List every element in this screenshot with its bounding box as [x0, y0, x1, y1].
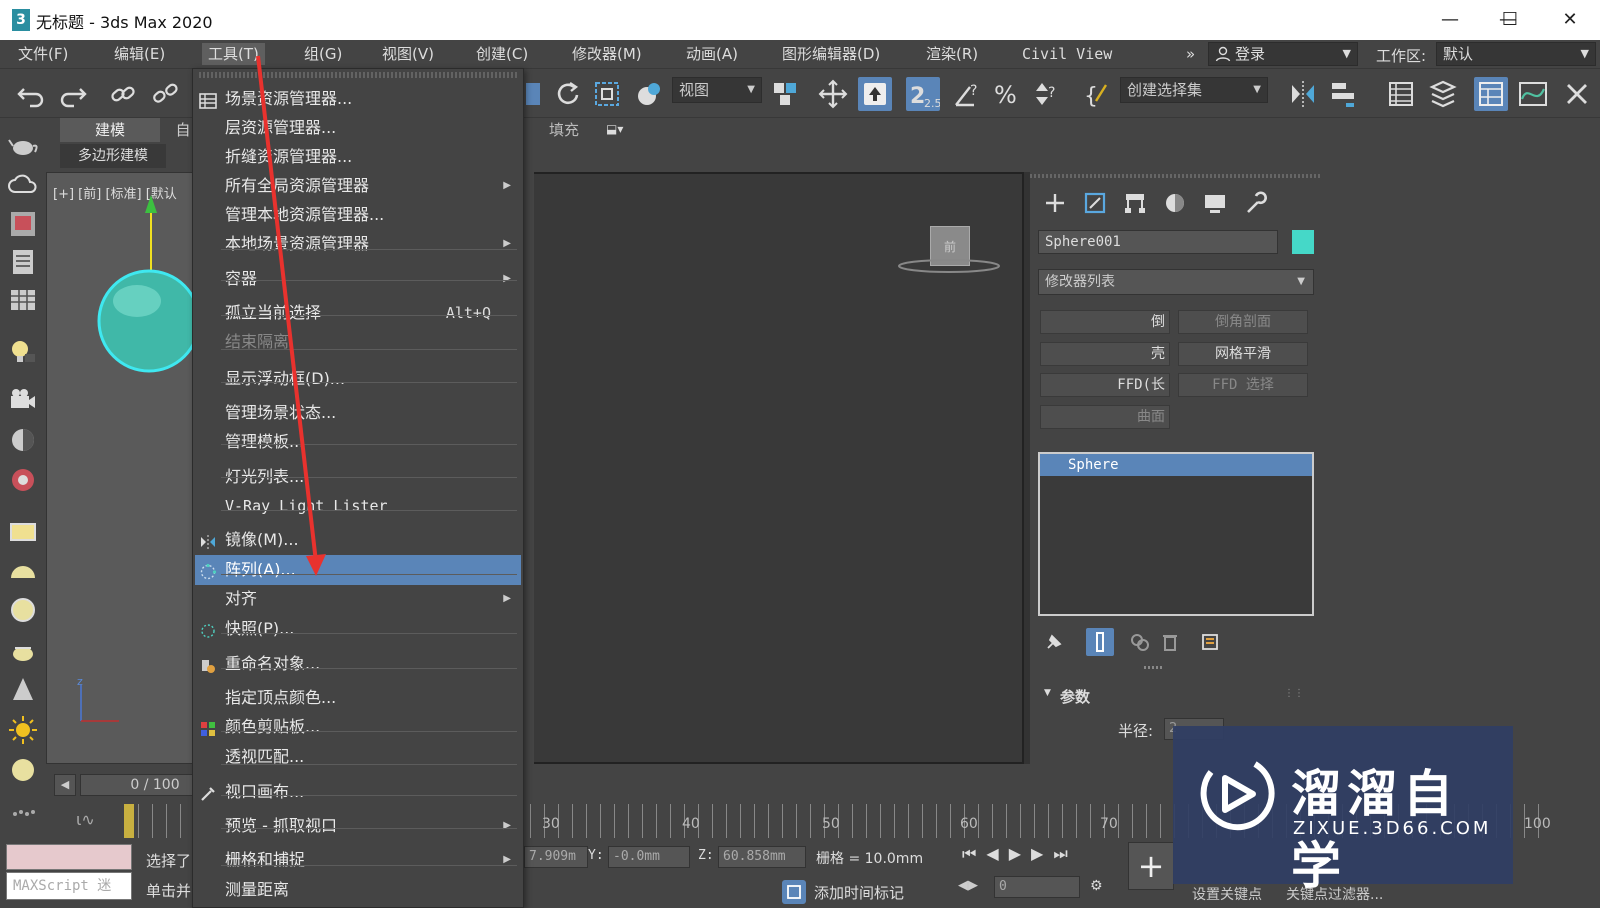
- watermark: 溜溜自学 ZIXUE.3D66.COM: [1173, 726, 1513, 895]
- play-logo-icon: [1200, 761, 1275, 831]
- watermark-url: ZIXUE.3D66.COM: [1293, 818, 1492, 839]
